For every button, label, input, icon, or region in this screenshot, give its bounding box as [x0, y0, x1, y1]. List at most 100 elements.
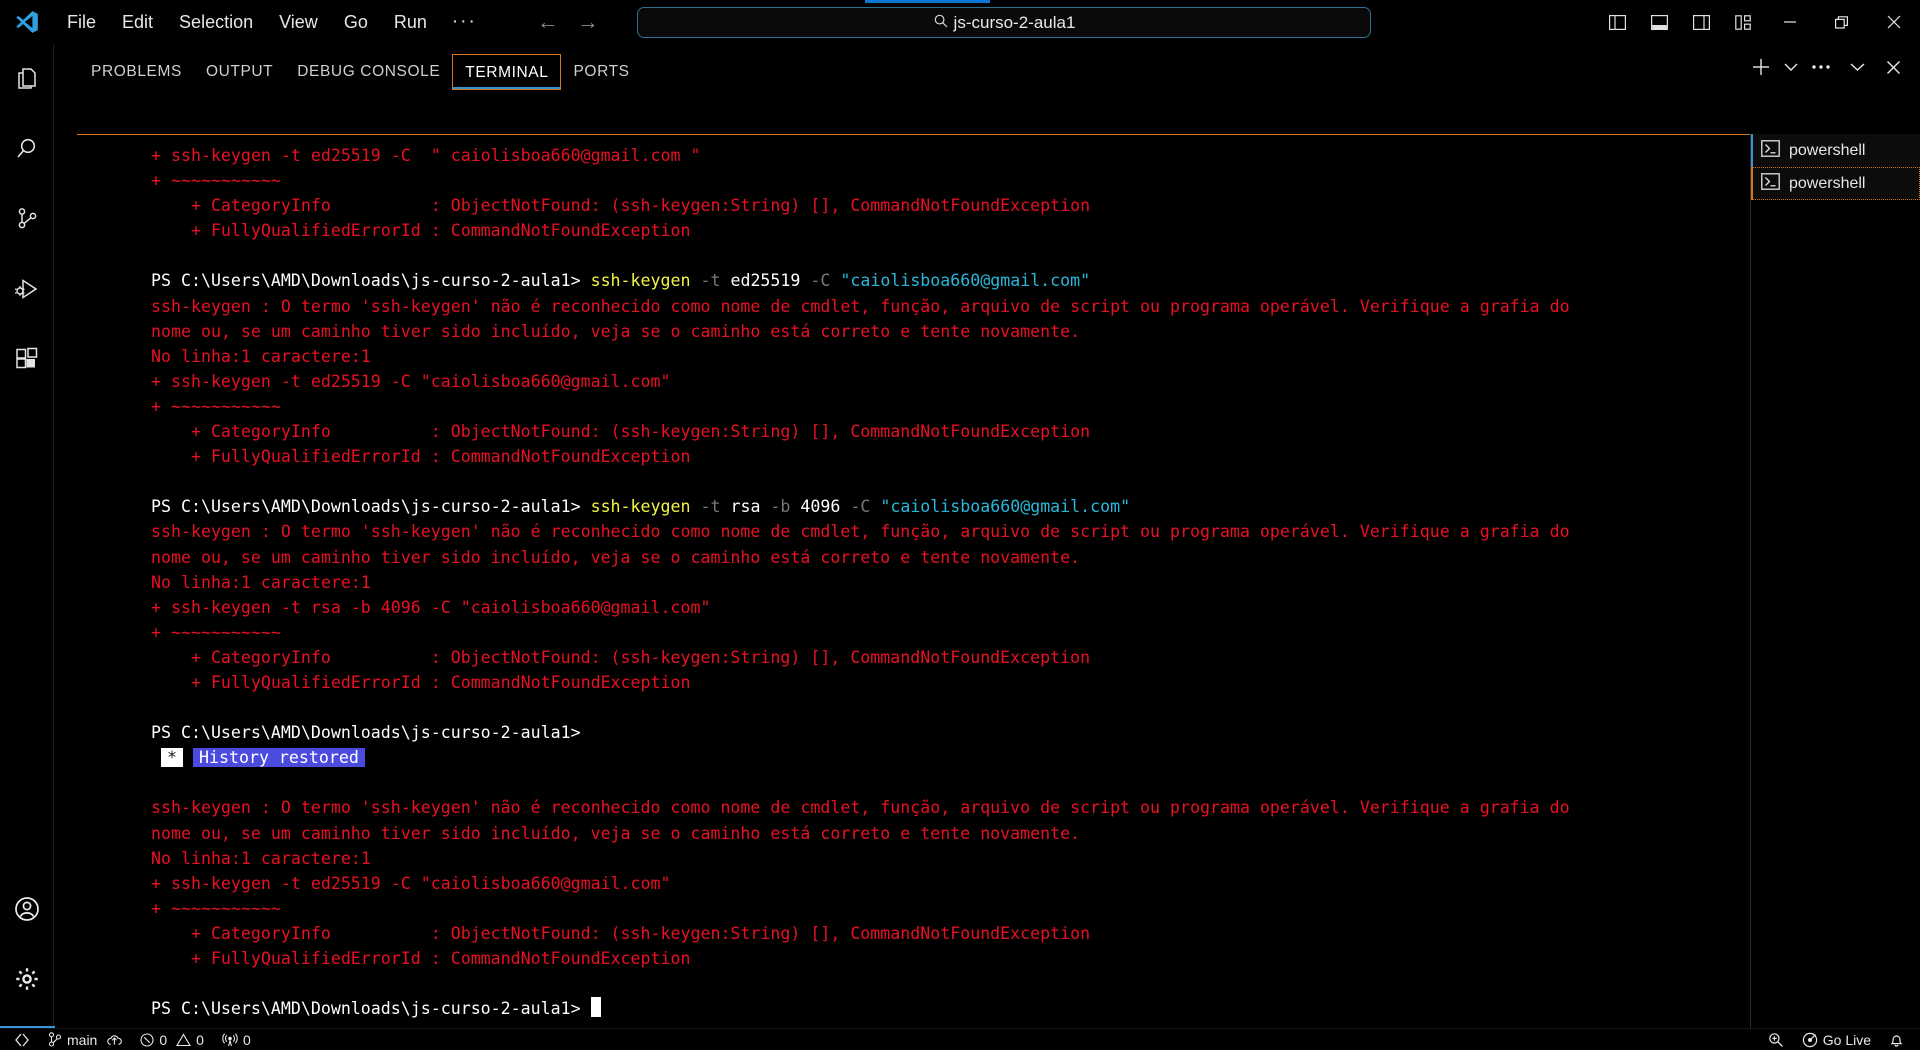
terminal-command-arg: -b: [760, 497, 791, 517]
sidebar-item-extensions[interactable]: [0, 324, 54, 394]
gear-icon[interactable]: [0, 944, 54, 1014]
terminal-command-arg: "caiolisboa660@gmail.com": [830, 271, 1091, 291]
sidebar-item-explorer[interactable]: [0, 44, 54, 114]
terminal-error-text: No linha:1 caractere:1: [151, 848, 371, 868]
menu-file[interactable]: File: [54, 0, 109, 44]
terminal-error-text: + CategoryInfo : ObjectNotFound: (ssh-ke…: [151, 647, 1091, 667]
status-problems[interactable]: 0 0: [131, 1029, 213, 1050]
sidebar-item-run-and-debug[interactable]: [0, 254, 54, 324]
activity-bar: [0, 44, 54, 1028]
toggle-primary-sidebar-icon[interactable]: [1596, 0, 1638, 44]
menu-run[interactable]: Run: [381, 0, 440, 44]
terminal-list-item-label: powershell: [1789, 141, 1866, 159]
terminal-list-item-1[interactable]: powershell: [1751, 134, 1920, 167]
terminal-line: + FullyQualifiedErrorId : CommandNotFoun…: [151, 218, 1805, 243]
zoom-in-icon: [1768, 1032, 1783, 1047]
terminal-error-text: No linha:1 caractere:1: [151, 346, 371, 366]
terminal-error-text: nome ou, se um caminho tiver sido incluí…: [151, 823, 1081, 843]
tab-problems[interactable]: PROBLEMS: [79, 54, 194, 90]
terminal-line: + FullyQualifiedErrorId : CommandNotFoun…: [151, 444, 1805, 469]
search-icon: [933, 13, 949, 32]
close-icon[interactable]: [1868, 0, 1920, 44]
terminal-line: + FullyQualifiedErrorId : CommandNotFoun…: [151, 946, 1805, 971]
terminal-error-text: No linha:1 caractere:1: [151, 572, 371, 592]
terminal-line: PS C:\Users\AMD\Downloads\js-curso-2-aul…: [151, 996, 1805, 1021]
terminal-powershell-icon: [1761, 139, 1780, 162]
terminal-line: No linha:1 caractere:1: [151, 344, 1805, 369]
menu-view[interactable]: View: [266, 0, 331, 44]
sidebar-item-search[interactable]: [0, 114, 54, 184]
sidebar-item-source-control[interactable]: [0, 184, 54, 254]
terminal-error-text: + FullyQualifiedErrorId : CommandNotFoun…: [151, 949, 691, 968]
terminal-line: ssh-keygen : O termo 'ssh-keygen' não é …: [151, 519, 1805, 544]
radio-tower-icon: [222, 1032, 238, 1046]
terminal-list-item-2[interactable]: powershell: [1751, 167, 1920, 200]
remote-icon: [15, 1033, 29, 1046]
arrow-left-icon[interactable]: ←: [533, 11, 563, 33]
tab-debug-console[interactable]: DEBUG CONSOLE: [285, 54, 452, 90]
panel-tab-bar: PROBLEMS OUTPUT DEBUG CONSOLE TERMINAL P…: [55, 44, 1920, 90]
terminal-line: No linha:1 caractere:1: [151, 846, 1805, 871]
history-restored-label: History restored: [193, 748, 365, 768]
terminal-line: + ~~~~~~~~~~~: [151, 168, 1805, 193]
window-controls: [1596, 0, 1920, 44]
tab-terminal[interactable]: TERMINAL: [452, 54, 562, 90]
menu-go[interactable]: Go: [331, 0, 381, 44]
terminal-command-arg: ed25519: [720, 271, 801, 291]
panel-actions: [1744, 48, 1910, 86]
terminal-error-text: nome ou, se um caminho tiver sido incluí…: [151, 321, 1081, 341]
terminal-error-text: + CategoryInfo : ObjectNotFound: (ssh-ke…: [151, 923, 1091, 943]
status-remote-window[interactable]: [0, 1029, 39, 1050]
ellipsis-icon[interactable]: [1804, 49, 1838, 85]
terminal-command-arg: -t: [690, 497, 721, 517]
status-branch-label: main: [67, 1031, 98, 1048]
minimize-icon[interactable]: [1764, 0, 1816, 44]
terminal-command-arg: rsa: [720, 497, 761, 517]
toggle-secondary-sidebar-icon[interactable]: [1680, 0, 1722, 44]
arrow-right-icon[interactable]: →: [573, 11, 603, 33]
terminal-command-name: ssh-keygen: [590, 271, 691, 291]
restore-icon[interactable]: [1816, 0, 1868, 44]
warning-icon: [176, 1032, 192, 1046]
status-branch[interactable]: main: [39, 1029, 131, 1050]
terminal-viewport[interactable]: + ssh-keygen -t ed25519 -C " caiolisboa6…: [77, 134, 1805, 1050]
status-zoom[interactable]: [1759, 1029, 1793, 1050]
chevron-down-icon-hide-panel[interactable]: [1840, 49, 1874, 85]
terminal-command-arg: "caiolisboa660@gmail.com": [870, 497, 1131, 517]
close-panel-icon[interactable]: [1876, 49, 1910, 85]
terminal-line: No linha:1 caractere:1: [151, 570, 1805, 595]
terminal-prompt-text: PS C:\Users\AMD\Downloads\js-curso-2-aul…: [151, 723, 581, 743]
terminal-error-text: + ssh-keygen -t rsa -b 4096 -C "caiolisb…: [151, 597, 711, 617]
source-control-icon: [48, 1032, 62, 1047]
terminal-line: + ~~~~~~~~~~~: [151, 394, 1805, 419]
terminal-command-arg: 4096: [790, 497, 841, 517]
accounts-icon[interactable]: [0, 874, 54, 944]
terminal-error-text: + ssh-keygen -t ed25519 -C "caiolisboa66…: [151, 873, 671, 893]
plus-icon[interactable]: [1744, 49, 1778, 85]
chevron-down-icon-new-terminal[interactable]: [1780, 49, 1802, 85]
terminal-list-item-label: powershell: [1789, 174, 1866, 192]
menu-selection[interactable]: Selection: [166, 0, 266, 44]
tab-ports[interactable]: PORTS: [561, 54, 641, 90]
customize-layout-icon[interactable]: [1722, 0, 1764, 44]
status-go-live[interactable]: Go Live: [1793, 1029, 1880, 1050]
toggle-panel-icon[interactable]: [1638, 0, 1680, 44]
terminal-prompt-text: PS C:\Users\AMD\Downloads\js-curso-2-aul…: [151, 497, 591, 517]
menu-edit[interactable]: Edit: [109, 0, 166, 44]
terminal-line: PS C:\Users\AMD\Downloads\js-curso-2-aul…: [151, 268, 1805, 293]
terminal-error-text: nome ou, se um caminho tiver sido incluí…: [151, 547, 1081, 567]
command-center[interactable]: js-curso-2-aula1: [637, 7, 1371, 38]
tab-output[interactable]: OUTPUT: [194, 54, 285, 90]
terminal-line: + ssh-keygen -t ed25519 -C " caiolisboa6…: [151, 143, 1805, 168]
terminal-line: nome ou, se um caminho tiver sido incluí…: [151, 821, 1805, 846]
status-warning-count: 0: [196, 1031, 204, 1048]
menu-more-icon[interactable]: ···: [440, 0, 489, 44]
status-notifications[interactable]: [1880, 1029, 1920, 1050]
navigation-arrows: ← →: [533, 11, 603, 33]
status-ports[interactable]: 0: [213, 1029, 260, 1050]
terminal-line: + CategoryInfo : ObjectNotFound: (ssh-ke…: [151, 193, 1805, 218]
terminal-error-text: + ssh-keygen -t ed25519 -C "caiolisboa66…: [151, 371, 671, 391]
terminal-line: * History restored: [151, 745, 1805, 770]
terminal-line: + FullyQualifiedErrorId : CommandNotFoun…: [151, 670, 1805, 695]
